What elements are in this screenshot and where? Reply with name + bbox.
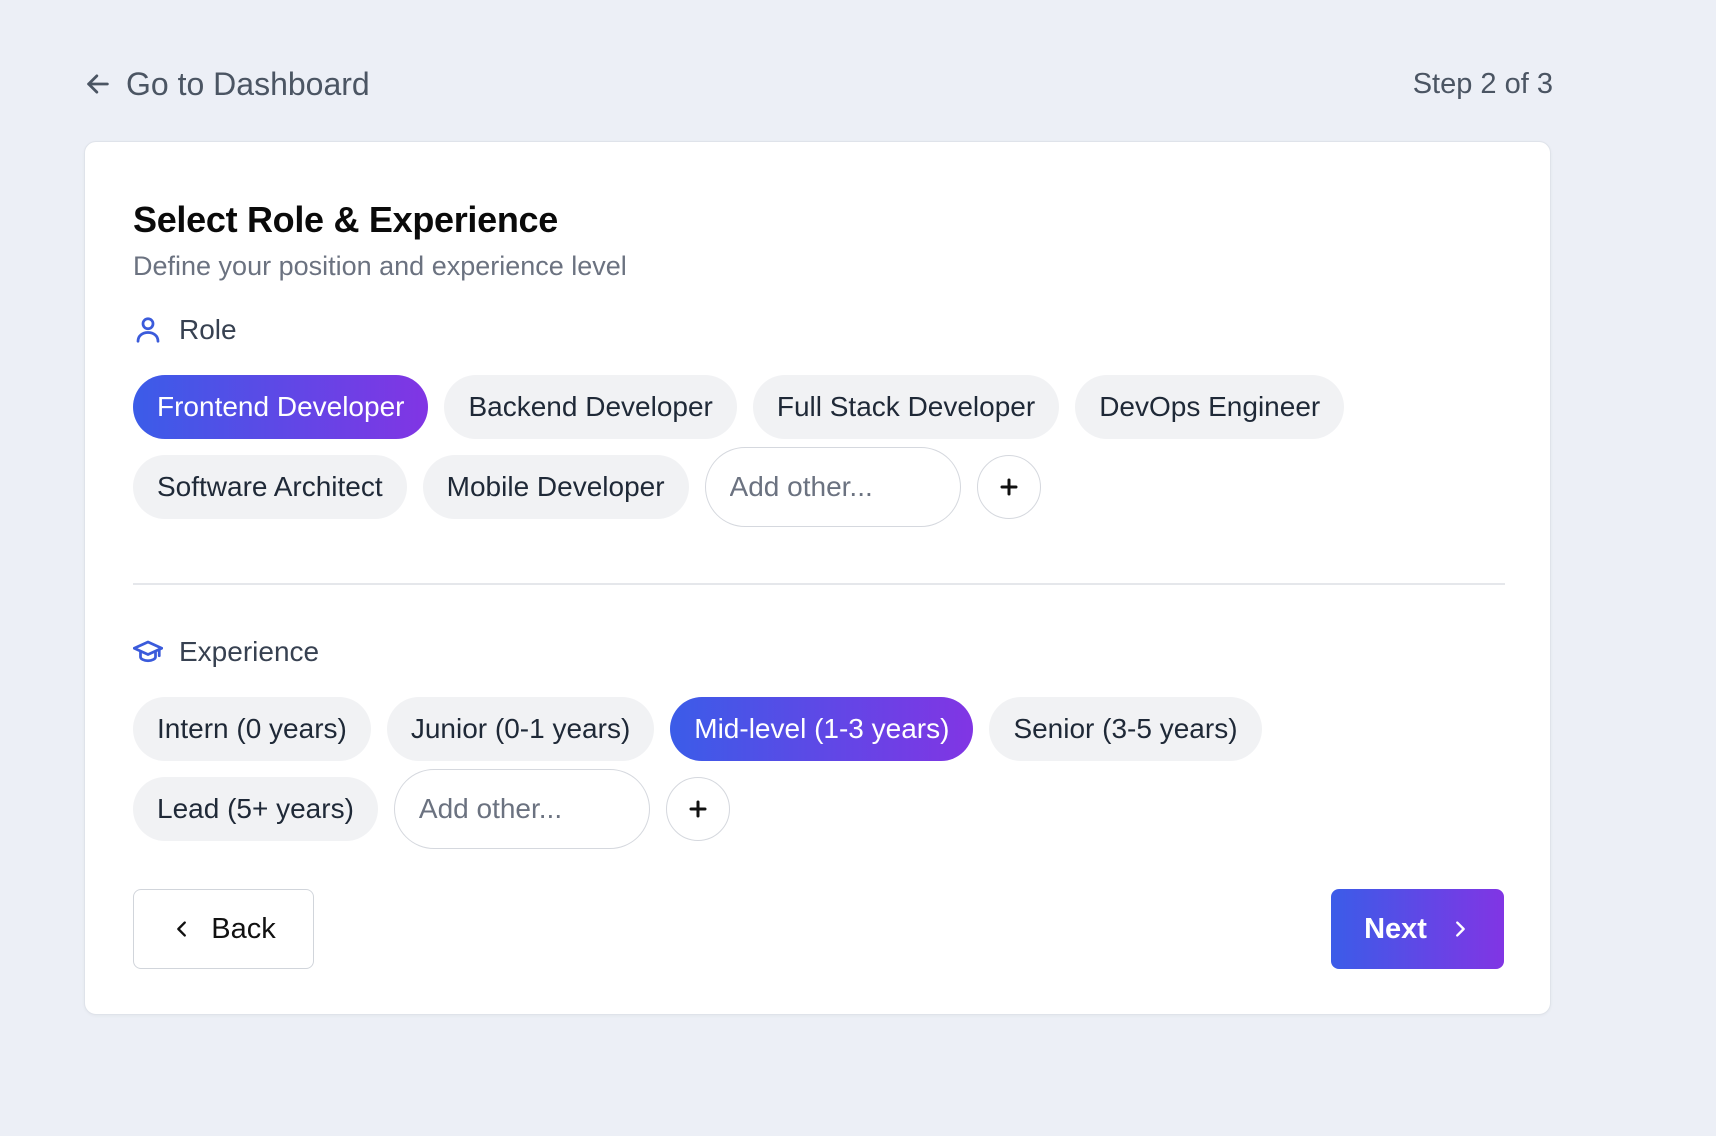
experience-chip-mid-level[interactable]: Mid-level (1-3 years)	[670, 697, 974, 761]
card-title: Select Role & Experience	[133, 199, 558, 240]
chevron-right-icon	[1455, 921, 1465, 937]
next-button[interactable]: Next	[1331, 889, 1504, 969]
back-button[interactable]: Back	[133, 889, 314, 969]
back-button-label: Back	[211, 912, 276, 945]
next-button-label: Next	[1364, 912, 1427, 945]
experience-chip-intern[interactable]: Intern (0 years)	[133, 697, 371, 761]
role-add-button[interactable]	[976, 455, 1041, 519]
experience-add-button[interactable]	[665, 777, 730, 841]
role-chip-full-stack-developer[interactable]: Full Stack Developer	[752, 375, 1060, 439]
role-label-text: Role	[179, 314, 237, 345]
arrow-left-icon	[87, 74, 109, 94]
role-add-other-input[interactable]	[704, 447, 961, 527]
section-divider	[133, 583, 1505, 585]
experience-chip-lead[interactable]: Lead (5+ years)	[133, 777, 378, 841]
experience-add-other-input[interactable]	[393, 769, 650, 849]
role-chip-frontend-developer[interactable]: Frontend Developer	[133, 375, 429, 439]
experience-chip-junior[interactable]: Junior (0-1 years)	[386, 697, 655, 761]
user-icon	[136, 317, 160, 343]
experience-chip-senior[interactable]: Senior (3-5 years)	[989, 697, 1262, 761]
role-chip-software-architect[interactable]: Software Architect	[133, 455, 407, 519]
card-subtitle: Define your position and experience leve…	[133, 251, 627, 281]
role-chip-backend-developer[interactable]: Backend Developer	[444, 375, 737, 439]
role-section-label: Role	[133, 314, 237, 346]
role-experience-card: Select Role & Experience Define your pos…	[84, 141, 1551, 1015]
chevron-left-icon	[177, 921, 187, 937]
go-to-dashboard-label: Go to Dashboard	[126, 65, 370, 102]
plus-icon	[689, 800, 707, 818]
top-bar: Go to Dashboard Step 2 of 3	[84, 62, 1553, 106]
role-chip-devops-engineer[interactable]: DevOps Engineer	[1075, 375, 1345, 439]
graduation-cap-icon	[133, 640, 163, 663]
plus-icon	[1000, 478, 1018, 496]
experience-options: Intern (0 years) Junior (0-1 years) Mid-…	[133, 697, 1513, 849]
role-options: Frontend Developer Backend Developer Ful…	[133, 375, 1513, 527]
experience-label-text: Experience	[179, 636, 320, 667]
experience-section-label: Experience	[133, 636, 319, 668]
go-to-dashboard-link[interactable]: Go to Dashboard	[84, 66, 370, 103]
role-chip-mobile-developer[interactable]: Mobile Developer	[422, 455, 689, 519]
step-indicator: Step 2 of 3	[1412, 67, 1553, 100]
